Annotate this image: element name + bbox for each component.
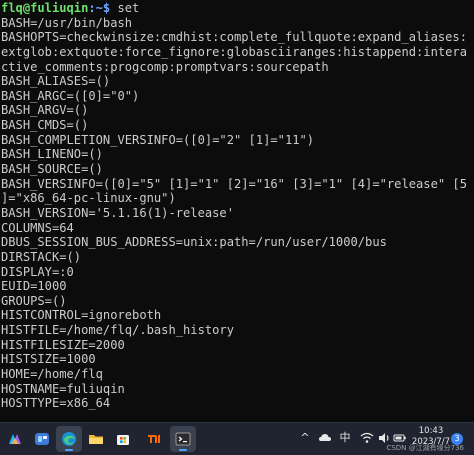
- output-line: EUID=1000: [1, 279, 67, 294]
- prompt-user: flq@fuliuqin: [1, 1, 89, 15]
- output-line: HOSTNAME=fuliuqin: [1, 381, 125, 396]
- store-button[interactable]: [110, 426, 136, 452]
- output-line: BASH_ARGC=([0]="0"): [1, 88, 140, 103]
- edge-button[interactable]: [56, 426, 82, 452]
- output-line: ctive_comments:progcomp:promptvars:sourc…: [1, 59, 329, 74]
- copilot-button[interactable]: [2, 426, 28, 452]
- output-line: HISTSIZE=1000: [1, 352, 96, 367]
- output-line: BASH_ARGV=(): [1, 103, 89, 118]
- output-line: HOSTTYPE=x86_64: [1, 396, 111, 411]
- output-line: HISTFILE=/home/flq/.bash_history: [1, 323, 234, 338]
- output-line: DIRSTACK=(): [1, 249, 82, 264]
- output-line: BASHOPTS=checkwinsize:cmdhist:complete_f…: [1, 30, 467, 45]
- input-method-indicator[interactable]: 中: [338, 431, 352, 445]
- command-text: set: [110, 1, 140, 15]
- cloud-icon[interactable]: [318, 431, 332, 445]
- output-line: BASH=/usr/bin/bash: [1, 15, 133, 30]
- output-line: DBUS_SESSION_BUS_ADDRESS=unix:path=/run/…: [1, 235, 387, 250]
- widgets-icon: [35, 433, 49, 445]
- output-line: ]="x86_64-pc-linux-gnu"): [1, 191, 176, 206]
- output-line: extglob:extquote:force_fignore:globascii…: [1, 44, 467, 59]
- output-line: COLUMNS=64: [1, 220, 74, 235]
- xiaomi-icon: [148, 435, 160, 443]
- output-line: BASH_VERSINFO=([0]="5" [1]="1" [2]="16" …: [1, 176, 467, 191]
- terminal-window[interactable]: flq@fuliuqin:~$ set BASH=/usr/bin/bash B…: [0, 0, 474, 422]
- copilot-icon: [9, 434, 21, 444]
- output-line: DISPLAY=:0: [1, 264, 74, 279]
- terminal-output: flq@fuliuqin:~$ set BASH=/usr/bin/bash B…: [1, 1, 473, 411]
- edge-browser-icon: [62, 432, 76, 446]
- widgets-button[interactable]: [29, 426, 55, 452]
- prompt-line: flq@fuliuqin:~$ set: [1, 1, 473, 16]
- output-line: GROUPS=(): [1, 293, 67, 308]
- file-explorer-button[interactable]: [83, 426, 109, 452]
- clock-time: 10:43: [418, 426, 444, 436]
- output-line: HISTFILESIZE=2000: [1, 337, 125, 352]
- output-line: HISTCONTROL=ignoreboth: [1, 308, 162, 323]
- output-line: HOME=/home/flq: [1, 367, 103, 382]
- watermark-text: CSDN @江湖有缘分736: [386, 444, 464, 452]
- terminal-button[interactable]: [170, 426, 196, 452]
- output-line: BASH_LINENO=(): [1, 147, 103, 162]
- show-hidden-icons-chevron[interactable]: ^: [298, 431, 312, 445]
- output-line: BASH_CMDS=(): [1, 118, 89, 133]
- output-line: BASH_SOURCE=(): [1, 162, 103, 177]
- output-line: BASH_COMPLETION_VERSINFO=([0]="2" [1]="1…: [1, 132, 315, 147]
- output-line: BASH_ALIASES=(): [1, 74, 111, 89]
- output-line: BASH_VERSION='5.1.16(1)-release': [1, 205, 234, 220]
- wifi-icon[interactable]: [360, 431, 374, 445]
- xiaomi-button[interactable]: [140, 426, 166, 452]
- terminal-icon: [175, 432, 191, 446]
- notification-badge[interactable]: 3: [451, 433, 463, 445]
- microsoft-store-icon: [117, 435, 129, 445]
- file-explorer-icon: [89, 435, 103, 444]
- prompt-path: :~$: [88, 1, 111, 15]
